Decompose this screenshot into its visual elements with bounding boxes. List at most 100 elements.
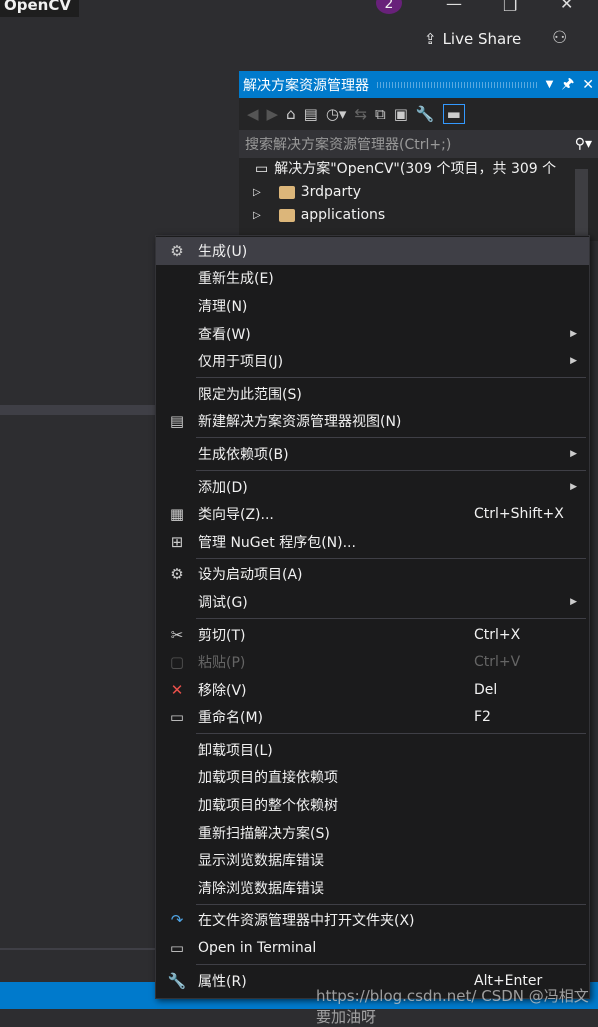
menu-item[interactable]: ↷ 在文件资源管理器中打开文件夹(X) <box>156 907 589 935</box>
menu-item-label: 卸载项目(L) <box>198 742 273 759</box>
menu-item[interactable]: 加载项目的整个依赖树 <box>156 791 589 819</box>
menu-item-label: 生成依赖项(B) <box>198 446 289 463</box>
build-icon: ⚙ <box>170 241 184 260</box>
menu-item[interactable]: ✂ 剪切(T) Ctrl+X <box>156 621 589 649</box>
properties-icon[interactable]: 🔧 <box>416 105 435 123</box>
menu-item-label: 设为启动项目(A) <box>198 567 303 584</box>
menu-separator <box>196 617 586 619</box>
menu-item[interactable]: 清理(N) <box>156 292 589 320</box>
tree-item-solution[interactable]: ▭ 解决方案"OpenCV"(309 个项目，共 309 个 <box>239 158 598 181</box>
menu-item-label: 在文件资源管理器中打开文件夹(X) <box>198 913 415 930</box>
menu-item-label: 加载项目的直接依赖项 <box>198 770 338 787</box>
show-all-files-icon[interactable]: ▣ <box>394 105 408 123</box>
class-wizard-icon: ▦ <box>169 505 185 524</box>
submenu-arrow-icon: ▶ <box>570 596 577 607</box>
menu-item-shortcut: Ctrl+V <box>474 654 521 671</box>
menu-item-label: 新建解决方案资源管理器视图(N) <box>198 414 402 431</box>
new-view-icon: ▤ <box>169 412 185 431</box>
menu-item-label: 调试(G) <box>198 594 248 611</box>
search-input[interactable]: 搜索解决方案资源管理器(Ctrl+;) ⚲▾ <box>239 130 598 158</box>
solution-explorer: 解决方案资源管理器 ▼ 🖈 ✕ ◀ ▶ ⌂ ▤ ◷▾ ⇆ ⧉ ▣ 🔧 ▬ 搜索解决方案资源管理器(Ct… <box>239 71 598 241</box>
menu-item-shortcut: Del <box>474 681 498 698</box>
sync-icon[interactable]: ⇆ <box>354 105 367 123</box>
menu-item[interactable]: 清除浏览数据库错误 <box>156 874 589 902</box>
close-button[interactable]: ✕ <box>560 0 573 13</box>
collapse-all-icon[interactable]: ⧉ <box>375 105 386 123</box>
menu-item-shortcut: Ctrl+X <box>474 626 521 643</box>
menu-separator <box>196 437 586 439</box>
menu-item[interactable]: 生成依赖项(B) ▶ <box>156 440 589 468</box>
restore-button[interactable]: ❐ <box>503 0 517 15</box>
menu-item[interactable]: 卸载项目(L) <box>156 736 589 764</box>
menu-item[interactable]: 调试(G) ▶ <box>156 588 589 616</box>
menu-item-shortcut: Ctrl+Shift+X <box>474 506 564 523</box>
tree-item-3rdparty[interactable]: ▷ 3rdparty <box>239 181 598 204</box>
open-folder-arrow-icon: ↷ <box>170 911 184 930</box>
menu-item[interactable]: ▢ 粘贴(P) Ctrl+V <box>156 648 589 676</box>
menu-item[interactable]: ▭ 重命名(M) F2 <box>156 704 589 732</box>
expand-icon[interactable]: ▷ <box>253 181 261 204</box>
menu-separator <box>196 733 586 735</box>
paste-icon: ▢ <box>169 653 185 672</box>
feedback-icon[interactable]: ⚇ <box>552 28 567 48</box>
rename-icon: ▭ <box>169 708 185 727</box>
menu-item-label: 管理 NuGet 程序包(N)... <box>198 534 356 551</box>
pending-changes-icon[interactable]: ◷▾ <box>326 105 347 123</box>
preview-icon[interactable]: ▬ <box>442 104 465 124</box>
home-icon[interactable]: ⌂ <box>286 105 296 123</box>
panel-title: 解决方案资源管理器 <box>243 77 369 94</box>
search-icon[interactable]: ⚲▾ <box>575 136 592 152</box>
menu-item[interactable]: ⊞ 管理 NuGet 程序包(N)... <box>156 528 589 556</box>
close-panel-icon[interactable]: ✕ <box>582 77 594 93</box>
menu-item[interactable]: 重新扫描解决方案(S) <box>156 819 589 847</box>
minimize-button[interactable]: — <box>446 0 462 13</box>
notification-badge[interactable]: 2 <box>376 0 402 14</box>
menu-item-label: 重新扫描解决方案(S) <box>198 825 330 842</box>
menu-item[interactable]: ▦ 类向导(Z)... Ctrl+Shift+X <box>156 500 589 528</box>
menu-item[interactable]: ⚙ 设为启动项目(A) <box>156 561 589 589</box>
menu-item[interactable]: 限定为此范围(S) <box>156 380 589 408</box>
dropdown-icon[interactable]: ▼ <box>546 79 554 90</box>
menu-item[interactable]: 加载项目的直接依赖项 <box>156 764 589 792</box>
scrollbar[interactable] <box>575 169 588 241</box>
menu-item-label: 清除浏览数据库错误 <box>198 880 324 897</box>
menu-item[interactable]: 仅用于项目(J) ▶ <box>156 347 589 375</box>
submenu-arrow-icon: ▶ <box>570 448 577 459</box>
tree-item-applications[interactable]: ▷ applications <box>239 204 598 227</box>
menu-item-label: 重命名(M) <box>198 710 264 727</box>
menu-item-label: 移除(V) <box>198 682 247 699</box>
menu-item-label: 重新生成(E) <box>198 271 274 288</box>
folder-icon <box>278 186 295 199</box>
menu-item-label: 添加(D) <box>198 479 248 496</box>
remove-icon: ✕ <box>170 680 184 699</box>
panel-toolbar: ◀ ▶ ⌂ ▤ ◷▾ ⇆ ⧉ ▣ 🔧 ▬ <box>239 98 598 130</box>
folder-icon <box>278 209 295 222</box>
forward-icon[interactable]: ▶ <box>267 105 279 123</box>
expand-icon[interactable]: ▷ <box>253 204 261 227</box>
menu-item[interactable]: ✕ 移除(V) Del <box>156 676 589 704</box>
menu-separator <box>196 376 586 378</box>
divider <box>0 405 155 415</box>
menu-item[interactable]: ▭ Open in Terminal <box>156 934 589 962</box>
back-icon[interactable]: ◀ <box>247 105 259 123</box>
switch-view-icon[interactable]: ▤ <box>304 105 318 123</box>
menu-item-label: 查看(W) <box>198 326 251 343</box>
pin-icon[interactable]: 🖈 <box>561 73 574 97</box>
submenu-arrow-icon: ▶ <box>570 356 577 367</box>
divider <box>0 948 155 950</box>
menu-item[interactable]: ⚙ 生成(U) <box>156 237 589 265</box>
gear-icon: ⚙ <box>170 565 184 584</box>
menu-item[interactable]: ▤ 新建解决方案资源管理器视图(N) <box>156 408 589 436</box>
menu-item-label: 加载项目的整个依赖树 <box>198 798 338 815</box>
live-share-button[interactable]: ⇪ Live Share <box>424 30 521 48</box>
menu-item[interactable]: 添加(D) ▶ <box>156 473 589 501</box>
window-title: OpenCV <box>0 0 79 17</box>
menu-item-label: 清理(N) <box>198 298 248 315</box>
menu-item-shortcut: F2 <box>474 709 491 726</box>
menu-item[interactable]: 重新生成(E) <box>156 265 589 293</box>
context-menu: ⚙ 生成(U) 重新生成(E) 清理(N) 查看(W) ▶ 仅用于项目(J) ▶ 限定为此范围(… <box>155 235 590 1000</box>
scissors-icon: ✂ <box>170 625 184 644</box>
menu-item-label: 生成(U) <box>198 243 248 260</box>
menu-item[interactable]: 查看(W) ▶ <box>156 320 589 348</box>
menu-item[interactable]: 显示浏览数据库错误 <box>156 846 589 874</box>
